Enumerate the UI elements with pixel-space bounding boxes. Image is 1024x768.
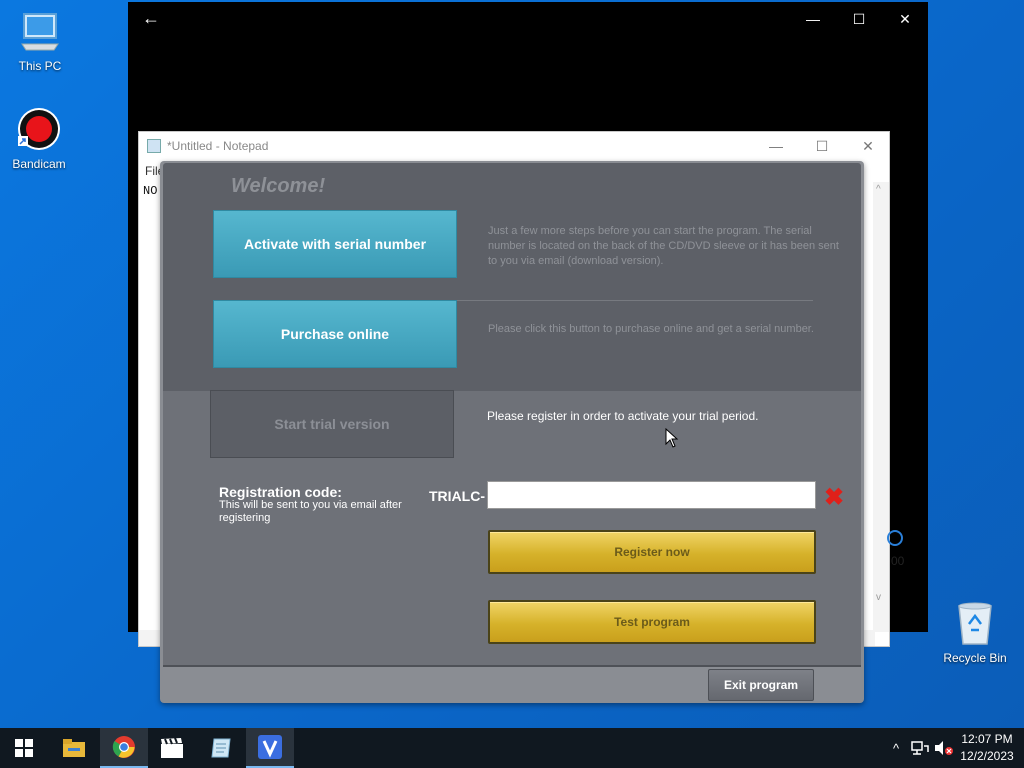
taskbar-clock[interactable]: 12:07 PM 12/2/2023 xyxy=(956,731,1018,765)
partial-status-circle-icon xyxy=(887,530,903,546)
maximize-button[interactable]: ☐ xyxy=(836,6,882,32)
trial-message: Please register in order to activate you… xyxy=(487,409,759,423)
clear-code-icon[interactable]: ✖ xyxy=(824,483,844,512)
partial-status-text: 00 xyxy=(891,554,905,568)
registration-code-hint: This will be sent to you via email after… xyxy=(219,499,402,524)
register-now-button[interactable]: Register now xyxy=(488,530,816,574)
folder-icon xyxy=(63,739,85,757)
registration-code-label: Registration code: xyxy=(219,484,342,500)
taskbar-chrome[interactable] xyxy=(100,728,148,768)
taskbar-file-explorer[interactable] xyxy=(50,728,98,768)
close-button[interactable]: ✕ xyxy=(882,6,928,32)
chrome-icon xyxy=(112,736,135,758)
clock-time: 12:07 PM xyxy=(961,732,1013,746)
close-icon: ✕ xyxy=(899,10,911,27)
notepad-close-button[interactable]: ✕ xyxy=(845,134,891,158)
notepad-icon xyxy=(211,738,231,758)
taskbar-v-app[interactable] xyxy=(246,728,294,768)
minimize-icon: — xyxy=(806,11,820,27)
taskbar: ^ 12:07 PM 12/2/2023 xyxy=(0,728,1024,768)
activate-serial-button[interactable]: Activate with serial number xyxy=(213,210,457,278)
purchase-online-button[interactable]: Purchase online xyxy=(213,300,457,368)
network-icon[interactable] xyxy=(910,740,930,756)
desktop-icon-label: This PC xyxy=(18,59,62,73)
notepad-title: *Untitled - Notepad xyxy=(167,139,269,153)
purchase-description: Please click this button to purchase onl… xyxy=(488,323,814,335)
back-arrow-icon[interactable]: ← xyxy=(142,8,160,29)
maximize-icon: ☐ xyxy=(852,10,866,27)
desktop-icon-this-pc[interactable]: This PC xyxy=(0,10,80,73)
scroll-up-arrow-icon[interactable]: ^ xyxy=(876,184,881,195)
desktop-icon-recycle-bin[interactable]: Recycle Bin xyxy=(935,600,1015,665)
notepad-maximize-button[interactable]: ☐ xyxy=(799,134,845,158)
clapperboard-icon xyxy=(161,738,183,758)
bandicam-icon xyxy=(18,108,60,150)
v-app-icon xyxy=(258,735,282,759)
clock-date: 12/2/2023 xyxy=(960,749,1014,763)
computer-icon xyxy=(21,13,59,51)
volume-muted-icon[interactable] xyxy=(934,740,954,756)
exit-program-button[interactable]: Exit program xyxy=(708,669,814,701)
notepad-vertical-scrollbar[interactable]: ^ v xyxy=(873,182,889,632)
minimize-button[interactable]: — xyxy=(790,6,836,32)
notepad-minimize-button[interactable]: — xyxy=(753,134,799,158)
recycle-bin-icon xyxy=(958,602,992,645)
separator xyxy=(457,300,813,301)
scroll-down-arrow-icon[interactable]: v xyxy=(876,592,881,603)
chevron-up-icon[interactable]: ^ xyxy=(886,741,906,756)
system-tray: ^ xyxy=(886,728,954,768)
taskbar-video-app[interactable] xyxy=(148,728,196,768)
registration-dialog: Welcome! Activate with serial number Jus… xyxy=(160,161,864,703)
dialog-top-panel: Welcome! Activate with serial number Jus… xyxy=(163,163,861,391)
welcome-heading: Welcome! xyxy=(231,175,326,197)
windows-start-icon xyxy=(15,739,33,757)
desktop-icon-label: Recycle Bin xyxy=(943,651,1007,665)
activate-description: Just a few more steps before you can sta… xyxy=(488,225,839,267)
code-prefix: TRIALC- xyxy=(429,488,485,504)
notepad-app-icon xyxy=(147,139,161,153)
test-program-button[interactable]: Test program xyxy=(488,600,816,644)
registration-code-input[interactable] xyxy=(487,481,816,509)
desktop-icon-label: Bandicam xyxy=(12,157,66,171)
start-trial-button[interactable]: Start trial version xyxy=(210,390,454,458)
start-button[interactable] xyxy=(0,728,48,768)
mouse-cursor-icon xyxy=(665,428,679,448)
desktop-icon-bandicam[interactable]: Bandicam xyxy=(0,106,79,171)
notepad-text-area[interactable]: NO xyxy=(143,184,157,198)
taskbar-notepad[interactable] xyxy=(197,728,245,768)
